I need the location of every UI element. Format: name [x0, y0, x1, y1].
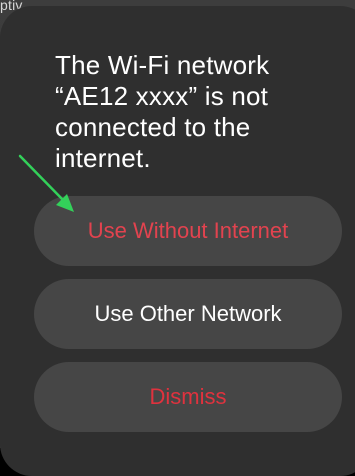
use-without-internet-button[interactable]: Use Without Internet — [34, 196, 342, 266]
dismiss-button[interactable]: Dismiss — [34, 362, 342, 432]
alert-message: The Wi-Fi network “AE12 xxxx” is not con… — [55, 50, 270, 173]
use-other-network-button[interactable]: Use Other Network — [34, 279, 342, 349]
